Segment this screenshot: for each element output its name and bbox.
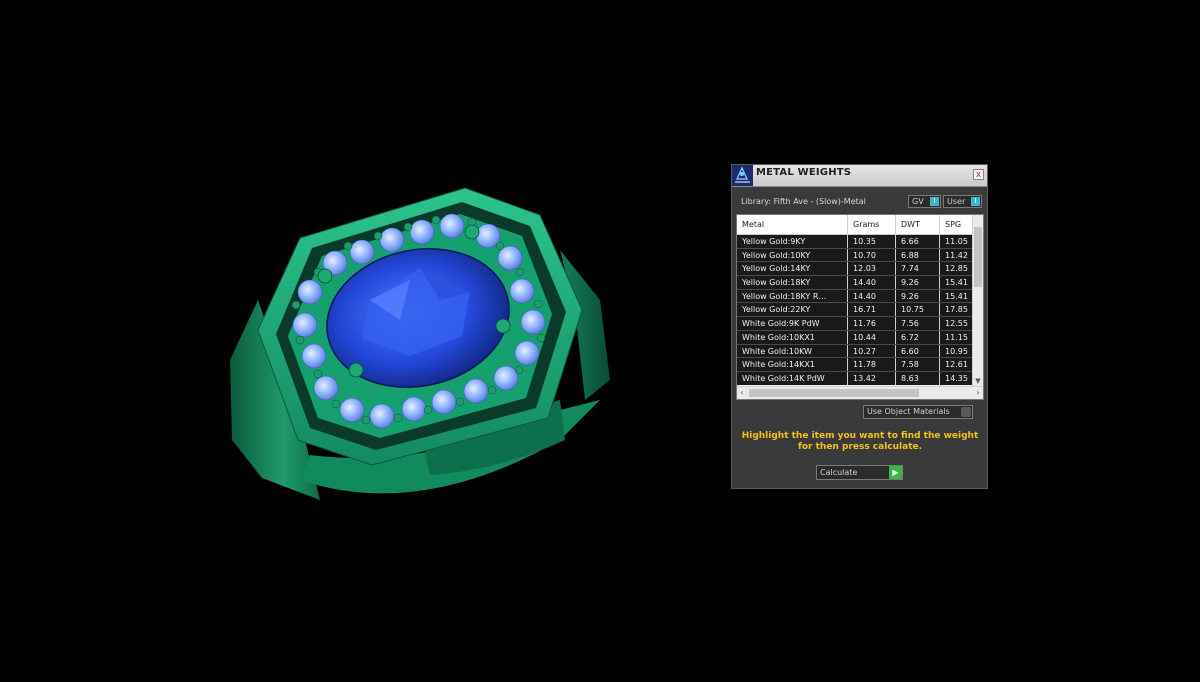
instruction-text: Highlight the item you want to find the … <box>740 431 980 453</box>
ring-model[interactable] <box>0 0 1200 682</box>
metal-table[interactable]: Metal Grams DWT SPG Yellow Gold:9KY 10.35… <box>736 214 984 400</box>
gv-toggle-button[interactable]: GV I <box>908 195 941 208</box>
table-row[interactable]: White Gold:14K PdW 13.42 8.63 14.35 <box>737 371 973 385</box>
table-header: Metal Grams DWT SPG <box>737 215 973 235</box>
chevron-left-icon[interactable]: ‹ <box>737 387 747 399</box>
horizontal-scrollbar[interactable]: ‹ › <box>737 386 983 399</box>
column-header-spg[interactable]: SPG <box>940 215 973 234</box>
chevron-down-icon[interactable]: ▼ <box>973 376 983 386</box>
user-toggle-button[interactable]: User I <box>943 195 982 208</box>
table-row[interactable]: Yellow Gold:22KY 16.71 10.75 17.85 <box>737 303 973 318</box>
panel-titlebar[interactable]: METAL WEIGHTS x <box>732 165 987 187</box>
table-row[interactable]: White Gold:14KX1 11.78 7.58 12.61 <box>737 358 973 372</box>
table-row[interactable]: Yellow Gold:18KY R… 14.40 9.26 15.41 <box>737 289 973 304</box>
gv-label: GV <box>912 197 924 206</box>
vertical-scroll-thumb[interactable] <box>974 227 982 287</box>
use-object-materials-label: Use Object Materials <box>867 407 950 416</box>
table-row[interactable]: White Gold:10KW 10.27 6.60 10.95 <box>737 344 973 359</box>
column-header-grams[interactable]: Grams <box>848 215 896 234</box>
user-indicator-icon: I <box>971 197 980 206</box>
gv-indicator-icon: I <box>930 197 939 206</box>
panel-title: METAL WEIGHTS <box>756 167 852 178</box>
3d-viewport[interactable] <box>0 0 1200 682</box>
column-header-metal[interactable]: Metal <box>737 215 848 234</box>
play-arrow-icon[interactable]: ▶ <box>889 466 902 479</box>
table-row[interactable]: Yellow Gold:9KY 10.35 6.66 11.05 <box>737 235 973 249</box>
use-object-materials-toggle[interactable]: Use Object Materials <box>863 405 973 419</box>
vertical-scrollbar[interactable]: ▼ <box>972 215 983 387</box>
user-label: User <box>947 197 966 206</box>
instruction-line-2: for then press calculate. <box>797 442 923 452</box>
close-button[interactable]: x <box>973 169 984 180</box>
library-label: Library: Fifth Ave - (Slow)-Metal <box>741 197 866 206</box>
table-row[interactable]: Yellow Gold:10KY 10.70 6.88 11.42 <box>737 248 973 263</box>
table-row[interactable]: White Gold:9K PdW 11.76 7.56 12.55 <box>737 317 973 331</box>
table-body: Yellow Gold:9KY 10.35 6.66 11.05 Yellow Gol… <box>737 235 973 385</box>
gem-scale-icon <box>732 165 753 186</box>
table-row[interactable]: Yellow Gold:14KY 12.03 7.74 12.85 <box>737 262 973 277</box>
close-icon: x <box>975 170 982 180</box>
column-header-dwt[interactable]: DWT <box>896 215 940 234</box>
horizontal-scroll-thumb[interactable] <box>749 389 919 397</box>
metal-weights-panel: METAL WEIGHTS x Library: Fifth Ave - (Sl… <box>731 164 988 489</box>
table-row[interactable]: White Gold:10KX1 10.44 6.72 11.15 <box>737 330 973 345</box>
toggle-knob-icon <box>961 407 971 417</box>
chevron-right-icon[interactable]: › <box>973 387 983 399</box>
calculate-label: Calculate <box>820 468 858 477</box>
calculate-button[interactable]: Calculate ▶ <box>816 465 903 480</box>
instruction-line-1: Highlight the item you want to find the … <box>741 431 979 441</box>
table-row[interactable]: Yellow Gold:18KY 14.40 9.26 15.41 <box>737 276 973 290</box>
